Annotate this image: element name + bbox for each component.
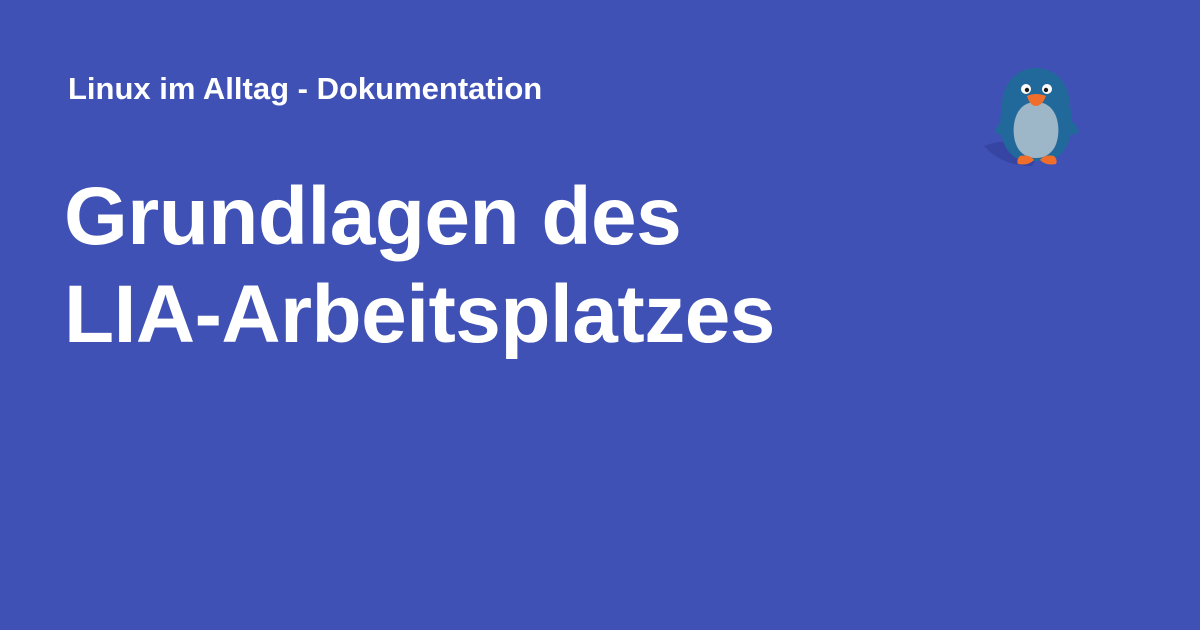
page-title: Grundlagen des LIA-Arbeitsplatzes <box>64 168 775 364</box>
penguin-icon <box>984 68 1079 166</box>
penguin-right-pupil <box>1043 87 1049 93</box>
page-title-line-1: Grundlagen des <box>64 171 682 262</box>
site-name: Linux im Alltag - Dokumentation <box>68 71 543 106</box>
penguin-belly <box>1013 102 1059 158</box>
social-card: Linux im Alltag - Dokumentation Grundlag… <box>0 0 1200 630</box>
penguin-left-pupil <box>1024 87 1030 93</box>
page-title-line-2: LIA-Arbeitsplatzes <box>64 269 775 360</box>
